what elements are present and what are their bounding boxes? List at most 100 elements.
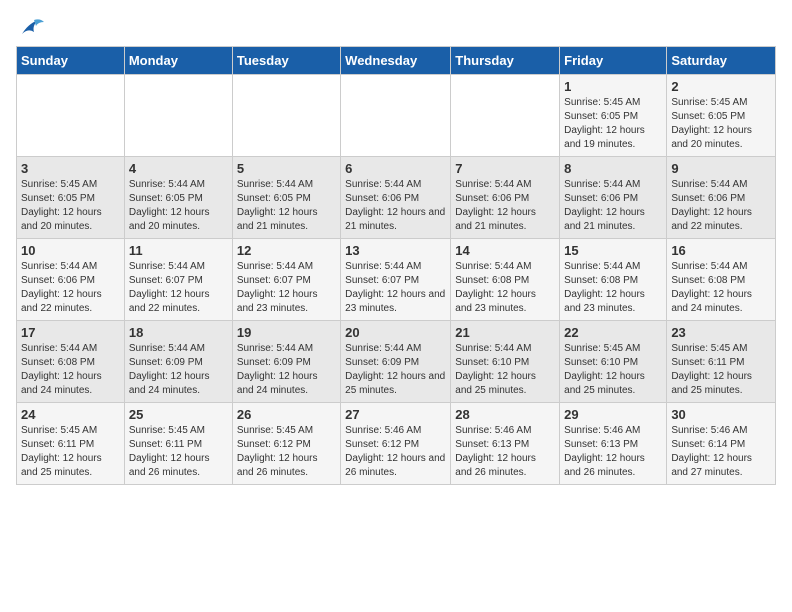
day-info: Sunrise: 5:44 AM Sunset: 6:08 PM Dayligh… bbox=[21, 342, 120, 398]
day-info: Sunrise: 5:44 AM Sunset: 6:06 PM Dayligh… bbox=[455, 178, 555, 234]
day-info: Sunrise: 5:44 AM Sunset: 6:07 PM Dayligh… bbox=[345, 260, 446, 316]
logo-bird-icon bbox=[18, 16, 46, 38]
calendar-table: SundayMondayTuesdayWednesdayThursdayFrid… bbox=[16, 46, 776, 485]
day-number: 6 bbox=[345, 161, 446, 176]
calendar-week-4: 24 Sunrise: 5:45 AM Sunset: 6:11 PM Dayli… bbox=[17, 403, 776, 485]
weekday-header-thursday: Thursday bbox=[451, 47, 560, 75]
day-info: Sunrise: 5:44 AM Sunset: 6:10 PM Dayligh… bbox=[455, 342, 555, 398]
day-number: 16 bbox=[671, 243, 771, 258]
calendar-cell: 18Sunrise: 5:44 AM Sunset: 6:09 PM Dayli… bbox=[124, 321, 232, 403]
day-number: 5 bbox=[237, 161, 336, 176]
calendar-cell: 4 Sunrise: 5:44 AM Sunset: 6:05 PM Daylig… bbox=[124, 157, 232, 239]
day-info: Sunrise: 5:44 AM Sunset: 6:06 PM Dayligh… bbox=[21, 260, 120, 316]
calendar-cell bbox=[451, 75, 560, 157]
calendar-cell: 26 Sunrise: 5:45 AM Sunset: 6:12 PM Dayli… bbox=[232, 403, 340, 485]
day-info: Sunrise: 5:45 AM Sunset: 6:05 PM Dayligh… bbox=[671, 96, 771, 152]
day-number: 23 bbox=[671, 325, 771, 340]
day-info: Sunrise: 5:45 AM Sunset: 6:11 PM Dayligh… bbox=[21, 424, 120, 480]
day-info: Sunrise: 5:45 AM Sunset: 6:10 PM Dayligh… bbox=[564, 342, 662, 398]
weekday-header-friday: Friday bbox=[560, 47, 667, 75]
calendar-week-0: 1 Sunrise: 5:45 AM Sunset: 6:05 PM Daylig… bbox=[17, 75, 776, 157]
calendar-cell: 1 Sunrise: 5:45 AM Sunset: 6:05 PM Daylig… bbox=[560, 75, 667, 157]
day-number: 10 bbox=[21, 243, 120, 258]
day-info: Sunrise: 5:45 AM Sunset: 6:11 PM Dayligh… bbox=[129, 424, 228, 480]
day-number: 30 bbox=[671, 407, 771, 422]
day-info: Sunrise: 5:46 AM Sunset: 6:13 PM Dayligh… bbox=[564, 424, 662, 480]
day-info: Sunrise: 5:44 AM Sunset: 6:07 PM Dayligh… bbox=[237, 260, 336, 316]
weekday-header-tuesday: Tuesday bbox=[232, 47, 340, 75]
day-number: 26 bbox=[237, 407, 336, 422]
day-number: 15 bbox=[564, 243, 662, 258]
day-info: Sunrise: 5:46 AM Sunset: 6:13 PM Dayligh… bbox=[455, 424, 555, 480]
day-info: Sunrise: 5:44 AM Sunset: 6:05 PM Dayligh… bbox=[237, 178, 336, 234]
day-info: Sunrise: 5:44 AM Sunset: 6:06 PM Dayligh… bbox=[564, 178, 662, 234]
calendar-cell: 15 Sunrise: 5:44 AM Sunset: 6:08 PM Dayli… bbox=[560, 239, 667, 321]
day-number: 13 bbox=[345, 243, 446, 258]
calendar-cell: 12Sunrise: 5:44 AM Sunset: 6:07 PM Dayli… bbox=[232, 239, 340, 321]
weekday-header-wednesday: Wednesday bbox=[341, 47, 451, 75]
calendar-cell bbox=[341, 75, 451, 157]
calendar-cell: 25 Sunrise: 5:45 AM Sunset: 6:11 PM Dayli… bbox=[124, 403, 232, 485]
calendar-cell: 7Sunrise: 5:44 AM Sunset: 6:06 PM Daylig… bbox=[451, 157, 560, 239]
day-info: Sunrise: 5:45 AM Sunset: 6:05 PM Dayligh… bbox=[564, 96, 662, 152]
calendar-cell: 19 Sunrise: 5:44 AM Sunset: 6:09 PM Dayli… bbox=[232, 321, 340, 403]
day-number: 28 bbox=[455, 407, 555, 422]
calendar-cell: 20 Sunrise: 5:44 AM Sunset: 6:09 PM Dayli… bbox=[341, 321, 451, 403]
calendar-cell: 10 Sunrise: 5:44 AM Sunset: 6:06 PM Dayli… bbox=[17, 239, 125, 321]
calendar-cell: 2 Sunrise: 5:45 AM Sunset: 6:05 PM Daylig… bbox=[667, 75, 776, 157]
calendar-cell bbox=[232, 75, 340, 157]
day-number: 14 bbox=[455, 243, 555, 258]
day-number: 4 bbox=[129, 161, 228, 176]
page-header bbox=[16, 16, 776, 38]
weekday-header-monday: Monday bbox=[124, 47, 232, 75]
day-number: 29 bbox=[564, 407, 662, 422]
day-number: 1 bbox=[564, 79, 662, 94]
day-info: Sunrise: 5:44 AM Sunset: 6:09 PM Dayligh… bbox=[237, 342, 336, 398]
day-number: 17 bbox=[21, 325, 120, 340]
day-info: Sunrise: 5:45 AM Sunset: 6:11 PM Dayligh… bbox=[671, 342, 771, 398]
calendar-header-row: SundayMondayTuesdayWednesdayThursdayFrid… bbox=[17, 47, 776, 75]
day-number: 25 bbox=[129, 407, 228, 422]
day-number: 3 bbox=[21, 161, 120, 176]
day-number: 19 bbox=[237, 325, 336, 340]
day-number: 24 bbox=[21, 407, 120, 422]
calendar-cell: 9 Sunrise: 5:44 AM Sunset: 6:06 PM Daylig… bbox=[667, 157, 776, 239]
calendar-cell bbox=[17, 75, 125, 157]
calendar-cell: 17 Sunrise: 5:44 AM Sunset: 6:08 PM Dayli… bbox=[17, 321, 125, 403]
calendar-cell: 3 Sunrise: 5:45 AM Sunset: 6:05 PM Daylig… bbox=[17, 157, 125, 239]
calendar-week-3: 17 Sunrise: 5:44 AM Sunset: 6:08 PM Dayli… bbox=[17, 321, 776, 403]
day-info: Sunrise: 5:44 AM Sunset: 6:08 PM Dayligh… bbox=[564, 260, 662, 316]
day-info: Sunrise: 5:44 AM Sunset: 6:08 PM Dayligh… bbox=[455, 260, 555, 316]
weekday-header-sunday: Sunday bbox=[17, 47, 125, 75]
calendar-cell: 14 Sunrise: 5:44 AM Sunset: 6:08 PM Dayli… bbox=[451, 239, 560, 321]
day-info: Sunrise: 5:44 AM Sunset: 6:09 PM Dayligh… bbox=[345, 342, 446, 398]
calendar-cell: 24 Sunrise: 5:45 AM Sunset: 6:11 PM Dayli… bbox=[17, 403, 125, 485]
calendar-cell: 16Sunrise: 5:44 AM Sunset: 6:08 PM Dayli… bbox=[667, 239, 776, 321]
calendar-cell: 11 Sunrise: 5:44 AM Sunset: 6:07 PM Dayli… bbox=[124, 239, 232, 321]
calendar-week-2: 10 Sunrise: 5:44 AM Sunset: 6:06 PM Dayli… bbox=[17, 239, 776, 321]
day-number: 27 bbox=[345, 407, 446, 422]
calendar-cell: 23 Sunrise: 5:45 AM Sunset: 6:11 PM Dayli… bbox=[667, 321, 776, 403]
day-info: Sunrise: 5:46 AM Sunset: 6:12 PM Dayligh… bbox=[345, 424, 446, 480]
calendar-cell: 22Sunrise: 5:45 AM Sunset: 6:10 PM Dayli… bbox=[560, 321, 667, 403]
day-number: 21 bbox=[455, 325, 555, 340]
day-info: Sunrise: 5:44 AM Sunset: 6:05 PM Dayligh… bbox=[129, 178, 228, 234]
calendar-cell: 5 Sunrise: 5:44 AM Sunset: 6:05 PM Daylig… bbox=[232, 157, 340, 239]
day-info: Sunrise: 5:44 AM Sunset: 6:07 PM Dayligh… bbox=[129, 260, 228, 316]
calendar-cell bbox=[124, 75, 232, 157]
day-number: 18 bbox=[129, 325, 228, 340]
day-number: 11 bbox=[129, 243, 228, 258]
day-info: Sunrise: 5:44 AM Sunset: 6:06 PM Dayligh… bbox=[671, 178, 771, 234]
day-number: 20 bbox=[345, 325, 446, 340]
day-number: 2 bbox=[671, 79, 771, 94]
day-number: 9 bbox=[671, 161, 771, 176]
day-info: Sunrise: 5:45 AM Sunset: 6:05 PM Dayligh… bbox=[21, 178, 120, 234]
calendar-cell: 21 Sunrise: 5:44 AM Sunset: 6:10 PM Dayli… bbox=[451, 321, 560, 403]
calendar-cell: 30Sunrise: 5:46 AM Sunset: 6:14 PM Dayli… bbox=[667, 403, 776, 485]
day-info: Sunrise: 5:45 AM Sunset: 6:12 PM Dayligh… bbox=[237, 424, 336, 480]
calendar-cell: 29 Sunrise: 5:46 AM Sunset: 6:13 PM Dayli… bbox=[560, 403, 667, 485]
calendar-cell: 13 Sunrise: 5:44 AM Sunset: 6:07 PM Dayli… bbox=[341, 239, 451, 321]
calendar-cell: 6Sunrise: 5:44 AM Sunset: 6:06 PM Daylig… bbox=[341, 157, 451, 239]
logo bbox=[16, 16, 46, 38]
calendar-cell: 28 Sunrise: 5:46 AM Sunset: 6:13 PM Dayli… bbox=[451, 403, 560, 485]
